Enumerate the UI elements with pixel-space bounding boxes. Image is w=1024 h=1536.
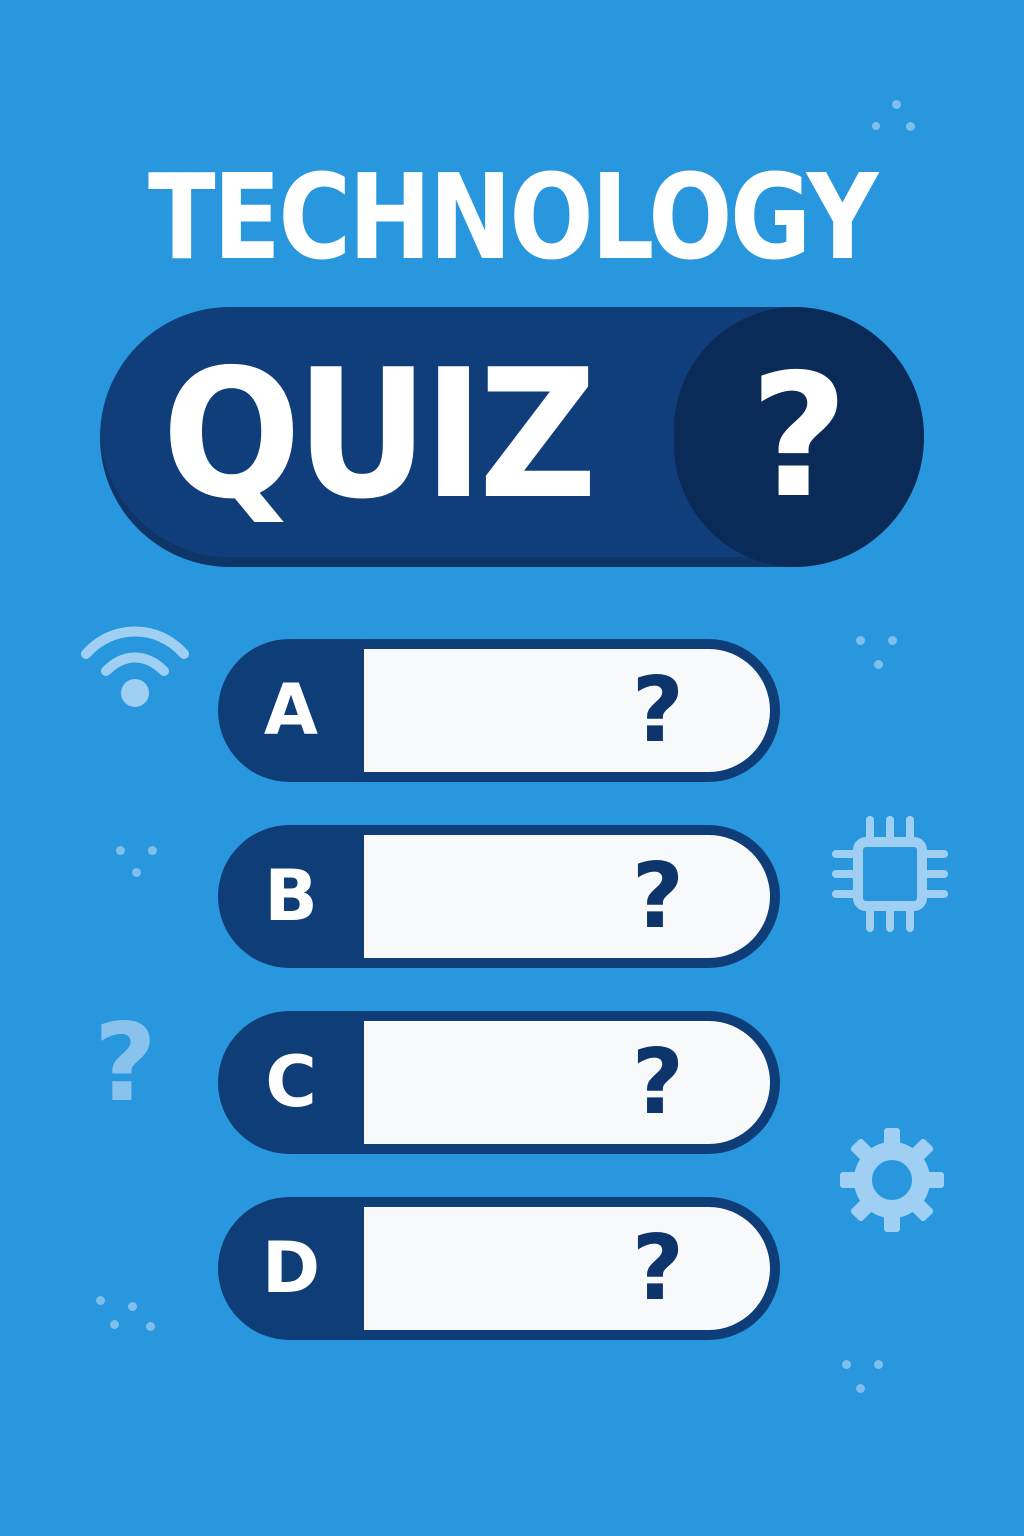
dot-decor-icon [906, 122, 915, 131]
dot-decor-icon [856, 1384, 865, 1393]
answer-letter-a: A [263, 669, 319, 751]
answer-option-d[interactable]: D ? [218, 1197, 780, 1340]
answer-letter-d: D [261, 1227, 321, 1309]
answer-option-c[interactable]: C ? [218, 1011, 780, 1154]
dot-decor-icon [132, 868, 141, 877]
dot-decor-icon [148, 846, 157, 855]
wifi-icon [81, 626, 189, 707]
dot-decor-icon [856, 636, 865, 645]
dot-decor-icon [110, 1320, 119, 1329]
answer-placeholder-b: ? [631, 844, 684, 949]
answer-field-a[interactable]: ? [364, 649, 770, 772]
answer-field-c[interactable]: ? [364, 1021, 770, 1144]
dot-decor-icon [888, 636, 897, 645]
quiz-label: QUIZ [162, 331, 597, 538]
dot-decor-icon [872, 122, 880, 130]
question-mark-decor-icon: ? [94, 1001, 157, 1126]
answer-letter-c: C [265, 1041, 317, 1123]
answer-field-d[interactable]: ? [364, 1207, 770, 1330]
answer-placeholder-c: ? [631, 1030, 684, 1135]
dot-decor-icon [842, 1360, 851, 1369]
dot-decor-icon [874, 1360, 883, 1369]
answer-placeholder-d: ? [631, 1216, 684, 1321]
quiz-header: QUIZ ? [100, 307, 924, 567]
dot-decor-icon [96, 1296, 105, 1305]
dot-decor-icon [116, 846, 125, 855]
page-title: TECHNOLOGY [148, 148, 878, 286]
dot-decor-icon [874, 660, 883, 669]
answer-letter-b: B [264, 855, 318, 937]
quiz-question-badge: ? [674, 307, 924, 567]
dot-decor-icon [892, 100, 901, 109]
answer-field-b[interactable]: ? [364, 835, 770, 958]
answer-option-b[interactable]: B ? [218, 825, 780, 968]
quiz-page: TECHNOLOGY QUIZ ? A ? B ? C ? D ? ? [0, 0, 1024, 1536]
dot-decor-icon [146, 1322, 155, 1331]
gear-icon [840, 1128, 944, 1232]
dot-decor-icon [128, 1302, 137, 1311]
answer-placeholder-a: ? [631, 658, 684, 763]
chip-icon [832, 816, 948, 932]
answer-option-a[interactable]: A ? [218, 639, 780, 782]
